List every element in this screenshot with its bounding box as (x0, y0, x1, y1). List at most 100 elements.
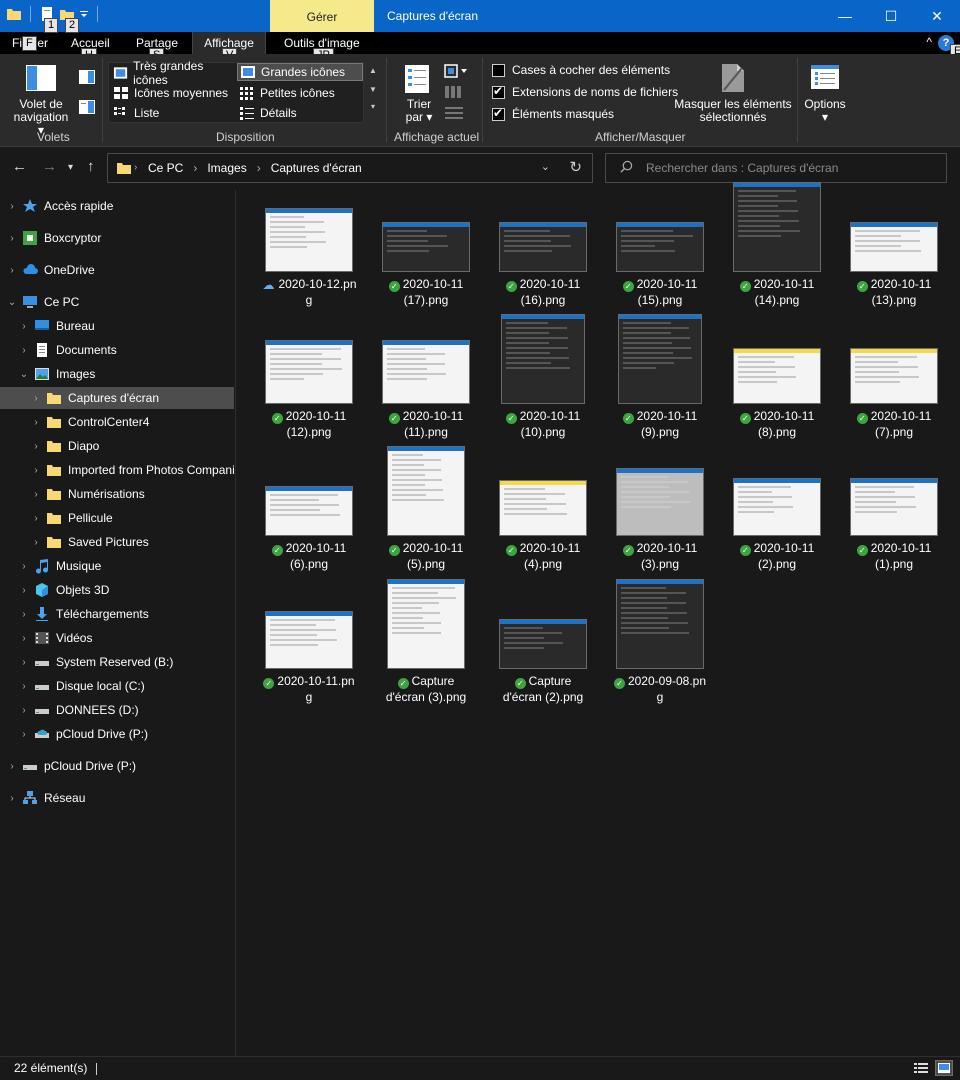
file-thumbnail[interactable] (382, 340, 470, 404)
details-view-icon[interactable] (912, 1060, 930, 1076)
chevron-right-icon[interactable]: › (193, 154, 197, 182)
checkbox-box[interactable] (492, 106, 505, 121)
layout-details[interactable]: Détails (237, 104, 361, 122)
file-thumbnail[interactable] (499, 619, 587, 669)
layout-liste[interactable]: Liste (111, 104, 235, 122)
checkbox-elements-masques[interactable]: Éléments masqués (492, 106, 614, 121)
chevron-right-icon[interactable]: › (18, 609, 30, 620)
chevron-right-icon[interactable]: › (18, 681, 30, 692)
nav-item-controlcenter4[interactable]: › ControlCenter4 (0, 411, 234, 433)
file-item[interactable]: ✓ 2020-10-11 (4).png (491, 460, 595, 584)
file-item[interactable]: ☁ 2020-10-12.pn g (257, 196, 361, 320)
chevron-right-icon[interactable]: › (6, 793, 18, 804)
nav-item-r-seau[interactable]: › Réseau (0, 787, 234, 809)
chevron-down-icon[interactable]: ⌄ (541, 160, 550, 173)
file-thumbnail[interactable] (387, 446, 465, 536)
back-icon[interactable]: ← (12, 158, 27, 175)
nav-item-acc-s-rapide[interactable]: › Accès rapide (0, 195, 234, 217)
chevron-right-icon[interactable]: › (6, 201, 18, 212)
nav-item-t-l-chargements[interactable]: › Téléchargements (0, 603, 234, 625)
checkbox-extensions[interactable]: Extensions de noms de fichiers (492, 84, 678, 99)
nav-item-bureau[interactable]: › Bureau (0, 315, 234, 337)
file-item[interactable]: ✓ 2020-10-11 (8).png (725, 328, 829, 452)
file-item[interactable]: ✓ 2020-10-11 (10).png (491, 314, 595, 452)
chevron-right-icon[interactable]: › (30, 441, 42, 452)
chevron-right-icon[interactable]: › (30, 537, 42, 548)
gallery-more-icon[interactable]: ▾ (366, 102, 380, 111)
customize-qat-icon[interactable] (79, 6, 89, 22)
group-by-icon[interactable] (444, 64, 468, 78)
details-pane-icon[interactable] (79, 100, 95, 114)
close-button[interactable]: ✕ (914, 0, 960, 32)
checkbox-box[interactable] (492, 84, 505, 99)
contextual-tab-gerer[interactable]: Gérer (270, 0, 374, 32)
breadcrumb-ce-pc[interactable]: Ce PC (148, 154, 183, 182)
file-thumbnail[interactable] (850, 348, 938, 404)
refresh-icon[interactable]: ↻ (569, 158, 582, 176)
large-icons-view-icon[interactable] (935, 1060, 953, 1076)
nav-item-pellicule[interactable]: › Pellicule (0, 507, 234, 529)
checkbox-cases-a-cocher[interactable]: Cases à cocher des éléments (492, 63, 670, 77)
file-item[interactable]: ✓ 2020-10-11 (17).png (374, 196, 478, 320)
nav-item-saved-pictures[interactable]: › Saved Pictures (0, 531, 234, 553)
options-button[interactable]: Options ▾ (802, 98, 848, 124)
file-thumbnail[interactable] (733, 348, 821, 404)
sort-by-icon[interactable] (404, 64, 430, 94)
nav-item-donnees-d[interactable]: › DONNEES (D:) (0, 699, 234, 721)
nav-item-num-risations[interactable]: › Numérisations (0, 483, 234, 505)
chevron-right-icon[interactable]: › (18, 561, 30, 572)
scroll-down-icon[interactable]: ▼ (366, 85, 380, 94)
chevron-right-icon[interactable]: › (30, 393, 42, 404)
file-item[interactable]: ✓ 2020-10-11 (14).png (725, 182, 829, 320)
nav-item-diapo[interactable]: › Diapo (0, 435, 234, 457)
file-thumbnail[interactable] (618, 314, 702, 404)
chevron-right-icon[interactable]: › (18, 633, 30, 644)
recent-locations-icon[interactable]: ▾ (68, 162, 73, 173)
nav-item-disque-local-c[interactable]: › Disque local (C:) (0, 675, 234, 697)
chevron-right-icon[interactable]: › (30, 417, 42, 428)
chevron-right-icon[interactable]: › (18, 585, 30, 596)
chevron-right-icon[interactable]: › (18, 729, 30, 740)
trier-par-button[interactable]: Trier par ▾ (400, 98, 438, 124)
file-item[interactable]: ✓ Capture d'écran (3).png (374, 579, 478, 717)
file-thumbnail[interactable] (265, 611, 353, 669)
search-input[interactable]: Rechercher dans : Captures d'écran (646, 154, 838, 182)
collapse-ribbon-icon[interactable]: ^ (926, 35, 932, 49)
file-thumbnail[interactable] (850, 222, 938, 272)
hide-selected-icon[interactable] (720, 62, 746, 94)
address-bar[interactable]: › Ce PC › Images › Captures d'écran ⌄ ↻ (107, 153, 593, 183)
file-item[interactable]: ✓ 2020-10-11.pn g (257, 593, 361, 717)
layout-petites-icones[interactable]: Petites icônes (237, 84, 361, 102)
file-item[interactable]: ✓ 2020-10-11 (7).png (842, 328, 946, 452)
file-thumbnail[interactable] (499, 222, 587, 272)
chevron-right-icon[interactable]: › (18, 345, 30, 356)
navigation-pane-icon[interactable] (25, 64, 57, 92)
chevron-right-icon[interactable]: › (30, 465, 42, 476)
maximize-button[interactable]: ☐ (868, 0, 914, 32)
nav-item-imported-from-photos-companion[interactable]: › Imported from Photos Companion (0, 459, 234, 481)
file-item[interactable]: ✓ 2020-10-11 (3).png (608, 460, 712, 584)
file-thumbnail[interactable] (850, 478, 938, 536)
scroll-up-icon[interactable]: ▲ (366, 66, 380, 75)
breadcrumb-captures[interactable]: Captures d'écran (271, 154, 362, 182)
file-item[interactable]: ✓ 2020-10-11 (9).png (608, 314, 712, 452)
file-thumbnail[interactable] (733, 182, 821, 272)
nav-item-pcloud-drive-p[interactable]: › pCloud Drive (P:) (0, 755, 234, 777)
file-item[interactable]: ✓ Capture d'écran (2).png (491, 593, 595, 717)
nav-item-pcloud-drive-p[interactable]: › pCloud Drive (P:) (0, 723, 234, 745)
file-thumbnail[interactable] (499, 480, 587, 536)
file-item[interactable]: ✓ 2020-10-11 (16).png (491, 196, 595, 320)
layout-icones-moyennes[interactable]: Icônes moyennes (111, 84, 235, 102)
nav-item-ce-pc[interactable]: ⌄ Ce PC (0, 291, 234, 313)
forward-icon[interactable]: → (42, 158, 57, 175)
minimize-button[interactable]: — (822, 0, 868, 32)
file-item[interactable]: ✓ 2020-10-11 (13).png (842, 196, 946, 320)
nav-item-onedrive[interactable]: › OneDrive (0, 259, 234, 281)
nav-item-documents[interactable]: › Documents (0, 339, 234, 361)
chevron-right-icon[interactable]: › (18, 657, 30, 668)
chevron-right-icon[interactable]: › (257, 154, 261, 182)
file-item[interactable]: ✓ 2020-10-11 (11).png (374, 328, 478, 452)
nav-item-captures-d-cran[interactable]: › Captures d'écran (0, 387, 234, 409)
file-item[interactable]: ✓ 2020-10-11 (2).png (725, 460, 829, 584)
file-item[interactable]: ✓ 2020-10-11 (1).png (842, 460, 946, 584)
